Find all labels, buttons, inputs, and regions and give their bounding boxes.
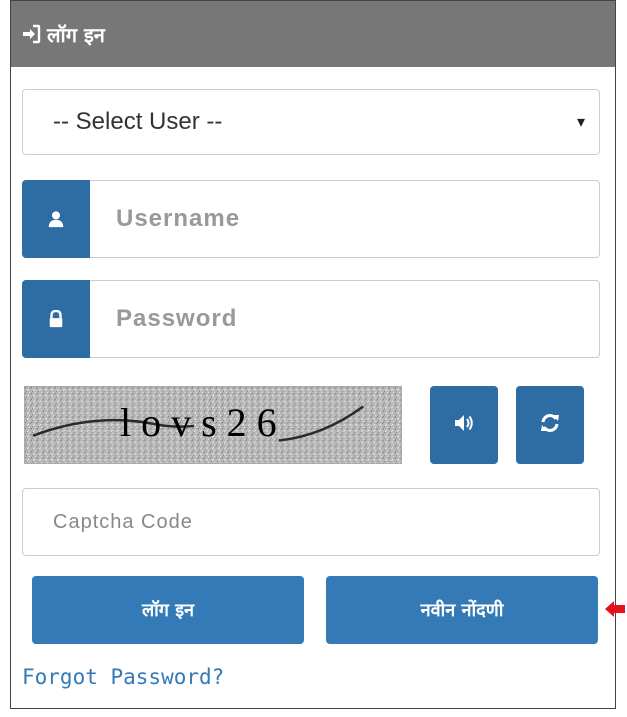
username-input[interactable]: Username	[90, 180, 600, 258]
forgot-password-link[interactable]: Forgot Password?	[22, 665, 224, 689]
captcha-code-input[interactable]: Captcha Code	[22, 488, 600, 556]
caret-down-icon: ▾	[576, 114, 585, 131]
username-placeholder: Username	[116, 205, 241, 232]
login-button-label: लॉग इन	[141, 600, 195, 621]
captcha-audio-button[interactable]	[430, 386, 498, 464]
sign-in-icon	[21, 24, 41, 44]
volume-icon	[453, 412, 475, 439]
lock-icon	[22, 280, 90, 358]
username-group: Username	[22, 180, 600, 258]
select-user-dropdown[interactable]: -- Select User -- ▾	[22, 89, 600, 155]
refresh-icon	[539, 412, 561, 439]
login-button[interactable]: लॉग इन	[32, 576, 304, 644]
captcha-text: lovs26	[120, 400, 287, 445]
panel-header: लॉग इन	[11, 1, 615, 67]
password-input[interactable]: Password	[90, 280, 600, 358]
register-button-label: नवीन नोंदणी	[420, 600, 504, 621]
arrow-left-icon	[605, 601, 625, 617]
select-user-value: -- Select User --	[53, 108, 223, 135]
captcha-image: lovs26	[24, 386, 402, 464]
captcha-code-placeholder: Captcha Code	[53, 510, 193, 533]
password-group: Password	[22, 280, 600, 358]
password-placeholder: Password	[116, 305, 238, 332]
user-icon	[22, 180, 90, 258]
panel-title: लॉग इन	[47, 22, 105, 47]
captcha-refresh-button[interactable]	[516, 386, 584, 464]
register-button[interactable]: नवीन नोंदणी	[326, 576, 598, 644]
